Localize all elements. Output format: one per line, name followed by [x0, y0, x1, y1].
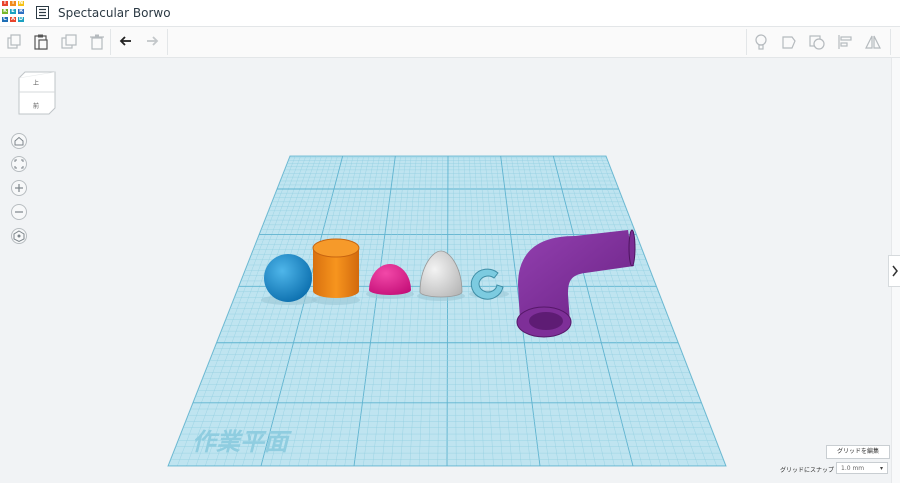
snap-grid-value: 1.0 mm — [841, 465, 865, 472]
logo-letter: R — [18, 8, 24, 15]
logo-letter: E — [10, 8, 16, 15]
view-cube-top-label[interactable]: 上 — [33, 78, 39, 87]
tinkercad-logo[interactable]: TIN KER CAD — [2, 0, 28, 25]
toolbar-separator — [890, 29, 891, 55]
align-icon[interactable] — [836, 33, 854, 51]
snap-grid-label: グリッドにスナップ — [780, 467, 835, 474]
redo-icon[interactable] — [144, 33, 162, 51]
view-cube[interactable]: 上 前 — [17, 70, 57, 118]
logo-letter: D — [18, 16, 24, 23]
fit-view-icon[interactable] — [11, 156, 27, 172]
logo-letter: N — [18, 0, 24, 7]
lightbulb-icon[interactable] — [752, 33, 770, 51]
workplane[interactable] — [167, 155, 727, 467]
paste-icon[interactable] — [32, 33, 50, 51]
duplicate-icon[interactable] — [60, 33, 78, 51]
perspective-icon[interactable] — [11, 228, 27, 244]
document-title[interactable]: Spectacular Borwo — [58, 6, 171, 20]
edit-grid-button[interactable]: グリッドを編集 — [826, 445, 890, 459]
shape-group-icon[interactable] — [808, 33, 826, 51]
copy-icon[interactable] — [5, 33, 23, 51]
cylinder-shape[interactable] — [312, 238, 360, 305]
sphere-shape[interactable] — [264, 254, 312, 302]
chevron-down-icon: ▾ — [879, 465, 883, 472]
mirror-icon[interactable] — [864, 33, 882, 51]
shape-note-icon[interactable] — [780, 33, 798, 51]
3d-viewport[interactable]: 作業平面 — [0, 58, 890, 483]
toolbar-separator — [110, 29, 111, 55]
expand-panel-button[interactable] — [888, 255, 900, 287]
title-bar: TIN KER CAD Spectacular Borwo — [0, 0, 900, 27]
design-list-icon[interactable] — [36, 6, 49, 19]
home-icon[interactable] — [11, 133, 27, 149]
logo-letter: T — [2, 0, 8, 7]
zoom-in-icon[interactable] — [11, 180, 27, 196]
snap-grid-select[interactable]: 1.0 mm ▾ — [836, 462, 888, 474]
workplane-label: 作業平面 — [192, 428, 292, 456]
logo-letter: A — [10, 16, 16, 23]
undo-icon[interactable] — [116, 33, 134, 51]
zoom-out-icon[interactable] — [11, 204, 27, 220]
logo-letter: K — [2, 8, 8, 15]
logo-letter: C — [2, 16, 8, 23]
view-cube-front-label[interactable]: 前 — [33, 101, 39, 110]
toolbar-separator — [167, 29, 168, 55]
toolbar-separator — [746, 29, 747, 55]
edit-toolbar — [0, 27, 900, 58]
trash-icon[interactable] — [88, 33, 106, 51]
logo-letter: I — [10, 0, 16, 7]
